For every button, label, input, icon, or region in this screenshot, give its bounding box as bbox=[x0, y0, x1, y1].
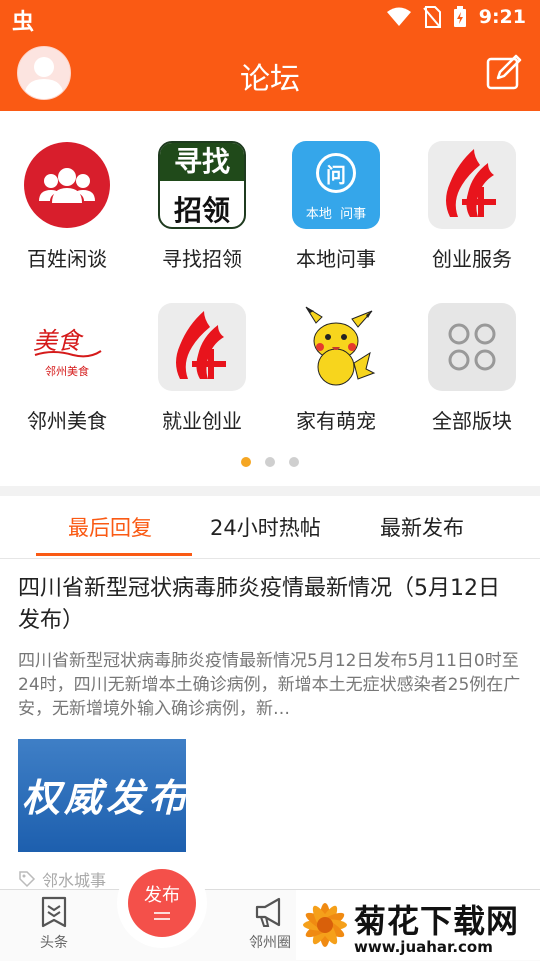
nav-circle[interactable]: 邻州圈 bbox=[235, 896, 305, 952]
pikachu-icon bbox=[292, 303, 380, 391]
app-header: 论坛 bbox=[0, 36, 540, 111]
page-dot-1[interactable] bbox=[241, 457, 251, 467]
no-sim-icon bbox=[422, 6, 441, 28]
post-title[interactable]: 四川省新型冠状病毒肺炎疫情最新情况（5月12日发布） bbox=[18, 573, 518, 637]
publish-label: 发布 bbox=[144, 885, 180, 906]
forum-section-grid: 百姓闲谈 寻找 招领 寻找招领 问 本地 问事 本地问事 创业服务 美食 邻州美… bbox=[0, 111, 540, 486]
local-question-icon: 问 本地 问事 bbox=[292, 141, 380, 229]
page-title: 论坛 bbox=[240, 62, 300, 97]
battery-charging-icon bbox=[453, 6, 466, 27]
section-label: 就业创业 bbox=[162, 409, 242, 433]
watermark-title: 菊花下载网 bbox=[354, 902, 520, 940]
megaphone-icon bbox=[255, 897, 281, 927]
nav-label: 邻州圈 bbox=[249, 935, 291, 951]
publish-button[interactable]: 发布 bbox=[128, 869, 196, 937]
post-excerpt: 四川省新型冠状病毒肺炎疫情最新情况5月12日发布5月11日0时至24时，四川无新… bbox=[18, 651, 521, 719]
nav-label: 头条 bbox=[40, 935, 68, 951]
compose-button[interactable] bbox=[486, 54, 522, 90]
section-jiayou-mengchong[interactable]: 家有萌宠 bbox=[276, 303, 396, 434]
lost-found-icon: 寻找 招领 bbox=[158, 141, 246, 229]
all-sections-icon bbox=[428, 303, 516, 391]
icon-text-top: 寻找 bbox=[160, 143, 244, 181]
employment-logo-icon bbox=[158, 303, 246, 391]
thumbnail-text: 权威发布 bbox=[22, 776, 186, 820]
headlines-icon bbox=[41, 896, 67, 928]
status-bar: 虫 9:21 bbox=[0, 0, 540, 36]
icon-text-main: 问 bbox=[326, 163, 346, 187]
section-label: 创业服务 bbox=[432, 247, 512, 271]
section-label: 全部版块 bbox=[432, 409, 512, 433]
app-notification-icon: 虫 bbox=[12, 10, 35, 35]
section-label: 邻州美食 bbox=[27, 409, 107, 433]
section-label: 百姓闲谈 bbox=[27, 247, 107, 271]
nav-headlines[interactable]: 头条 bbox=[19, 896, 89, 952]
section-baixing-xiantan[interactable]: 百姓闲谈 bbox=[7, 141, 127, 272]
tag-label: 邻水城事 bbox=[42, 871, 107, 890]
icon-text-sub2: 问事 bbox=[340, 207, 367, 222]
tab-newest[interactable]: 最新发布 bbox=[380, 512, 464, 542]
page-dot-2[interactable] bbox=[265, 457, 275, 467]
post-tag[interactable]: 邻水城事 bbox=[18, 867, 106, 891]
food-logo-icon: 美食 邻州美食 bbox=[23, 303, 111, 391]
section-linzhou-meishi[interactable]: 美食 邻州美食 邻州美食 bbox=[7, 303, 127, 434]
section-jiuye-chuangye[interactable]: 就业创业 bbox=[142, 303, 262, 434]
page-dot-3[interactable] bbox=[289, 457, 299, 467]
watermark-url: www.juahar.com bbox=[354, 938, 493, 956]
people-icon bbox=[23, 141, 111, 229]
section-bendi-wenshi[interactable]: 问 本地 问事 本地问事 bbox=[276, 141, 396, 272]
startup-logo-icon bbox=[428, 141, 516, 229]
status-time: 9:21 bbox=[478, 6, 526, 28]
watermark-logo: 菊花下载网 www.juahar.com bbox=[296, 890, 540, 960]
post-thumbnail[interactable]: 权威发布 bbox=[18, 739, 186, 852]
page-indicator bbox=[0, 457, 540, 467]
menu-lines-icon bbox=[154, 912, 170, 920]
tab-24h-hot[interactable]: 24小时热帖 bbox=[210, 512, 321, 542]
tab-last-reply[interactable]: 最后回复 bbox=[68, 512, 152, 542]
chrysanthemum-icon bbox=[303, 903, 347, 947]
tag-icon bbox=[19, 871, 36, 888]
active-tab-indicator bbox=[36, 553, 192, 556]
icon-text-bottom: 招领 bbox=[173, 194, 230, 227]
icon-text-sub1: 本地 bbox=[305, 207, 332, 222]
section-label: 家有萌宠 bbox=[296, 409, 376, 433]
post-item[interactable]: 四川省新型冠状病毒肺炎疫情最新情况（5月12日发布） 四川省新型冠状病毒肺炎疫情… bbox=[0, 559, 540, 891]
status-indicators: 9:21 bbox=[386, 6, 526, 28]
section-label: 本地问事 bbox=[296, 247, 376, 271]
wifi-icon bbox=[386, 7, 411, 26]
edit-icon bbox=[486, 54, 522, 90]
section-quanbu-bankuai[interactable]: 全部版块 bbox=[412, 303, 532, 434]
section-label: 寻找招领 bbox=[162, 247, 242, 271]
post-tabs: 最后回复 24小时热帖 最新发布 bbox=[0, 496, 540, 559]
section-chuangye-fuwu[interactable]: 创业服务 bbox=[412, 141, 532, 272]
section-xunzhao-zhaoling[interactable]: 寻找 招领 寻找招领 bbox=[142, 141, 262, 272]
icon-text-sub: 邻州美食 bbox=[45, 365, 89, 378]
